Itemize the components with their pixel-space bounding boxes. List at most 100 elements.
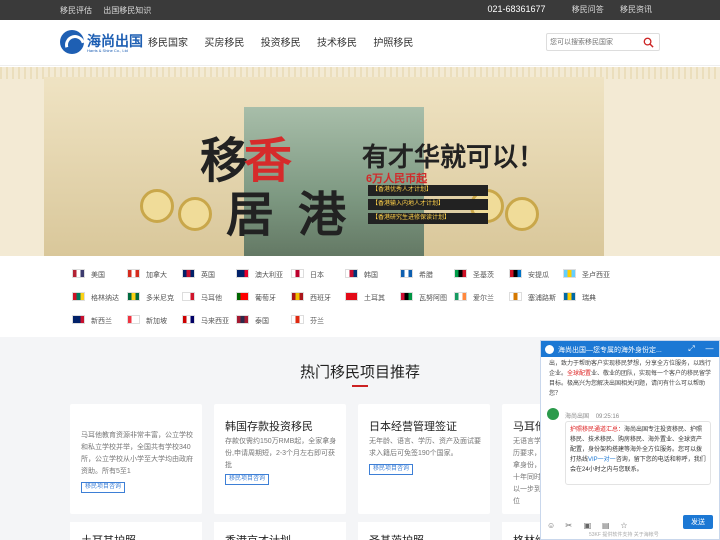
banner-plan: 【香港输入内地人才计划】 bbox=[368, 199, 488, 210]
nav-item-property[interactable]: 买房移民 bbox=[204, 34, 244, 49]
consult-button[interactable]: 移民项目咨询 bbox=[369, 464, 414, 475]
flag-icon bbox=[72, 292, 85, 301]
project-card-desc: 无语言学历要求，拿身份，十年同时以一步到位 bbox=[513, 438, 541, 505]
banner-cloud-ornament bbox=[178, 197, 212, 231]
flag-icon bbox=[182, 269, 195, 278]
logo-subtitle: Harris & Shine Co., Ltd bbox=[87, 48, 128, 53]
country-name: 瓦努阿图 bbox=[419, 295, 447, 302]
country-name: 圣基茨 bbox=[473, 272, 494, 279]
msg-highlight: VIP一对一 bbox=[588, 457, 616, 463]
flag-icon bbox=[345, 269, 358, 278]
country-name: 美国 bbox=[91, 272, 105, 279]
top-link-assessment[interactable]: 移民评估 bbox=[60, 6, 92, 15]
logo-icon bbox=[60, 30, 84, 54]
flag-icon bbox=[400, 269, 413, 278]
project-card-desc: 无年龄、语言、学历、资产及面试要求入籍后可免签190个国家。 bbox=[369, 438, 481, 457]
star-icon[interactable]: ☆ bbox=[620, 521, 629, 530]
country-name: 加拿大 bbox=[146, 272, 167, 279]
search-input[interactable] bbox=[550, 36, 636, 48]
scissors-icon[interactable]: ✂ bbox=[565, 521, 574, 530]
country-name: 韩国 bbox=[364, 272, 378, 279]
chat-title-bar[interactable]: 海尚出国—您专属的海外身份定... ⤢ — bbox=[541, 341, 719, 357]
banner-cloud-ornament bbox=[140, 189, 174, 223]
country-link[interactable]: 瑞典 bbox=[563, 290, 643, 304]
flag-icon bbox=[454, 292, 467, 301]
country-name: 英国 bbox=[201, 272, 215, 279]
banner-plan: 【香港研究生进修保读计划】 bbox=[368, 213, 488, 224]
country-name: 格林纳达 bbox=[91, 295, 119, 302]
project-card[interactable]: 日本经营管理签证 无年龄、语言、学历、资产及面试要求入籍后可免签190个国家。 … bbox=[358, 404, 490, 514]
chat-footer: 53KF 提供软件支持 关于海帐号 bbox=[589, 532, 659, 538]
chat-logo-icon bbox=[545, 345, 554, 354]
emoji-icon[interactable]: ☺ bbox=[547, 521, 556, 530]
flag-icon bbox=[563, 292, 576, 301]
flag-icon bbox=[182, 292, 195, 301]
country-name: 泰国 bbox=[255, 318, 269, 325]
country-name: 芬兰 bbox=[310, 318, 324, 325]
banner-headline: 居港 bbox=[226, 175, 346, 245]
flag-icon bbox=[291, 269, 304, 278]
top-links: 移民评估 出国移民知识 bbox=[60, 5, 160, 16]
country-name: 塞浦路斯 bbox=[528, 295, 556, 302]
expand-icon[interactable]: ⤢ bbox=[687, 344, 696, 353]
country-name: 爱尔兰 bbox=[473, 295, 494, 302]
flag-icon bbox=[127, 292, 140, 301]
title-underline bbox=[352, 385, 368, 387]
flag-icon bbox=[291, 292, 304, 301]
nav-item-investment[interactable]: 投资移民 bbox=[261, 34, 301, 49]
country-name: 马来西亚 bbox=[201, 318, 229, 325]
consult-button[interactable]: 移民项目咨询 bbox=[81, 482, 126, 493]
top-right: 021-68361677 移民问答 移民资讯 bbox=[487, 4, 652, 15]
flag-icon bbox=[291, 315, 304, 324]
country-name: 日本 bbox=[310, 272, 324, 279]
project-card[interactable]: 圣基茨护照 bbox=[358, 522, 490, 540]
hotline-phone: 021-68361677 bbox=[487, 4, 546, 14]
banner-plan: 【香港优秀人才计划】 bbox=[368, 185, 488, 196]
project-card-title: 圣基茨护照 bbox=[369, 532, 424, 540]
chat-message-bubble: 护照移民通道汇总：海尚出国专注投资移民、护照移民、技术移民、购房移民、海外置业、… bbox=[565, 421, 711, 485]
top-link-qa[interactable]: 移民问答 bbox=[572, 5, 604, 14]
hero-banner[interactable]: 移香 居港 有才华就可以！ 6万人民币起 【香港优秀人才计划】 【香港输入内地人… bbox=[0, 67, 720, 256]
country-name: 多米尼克 bbox=[146, 295, 174, 302]
top-link-news[interactable]: 移民资讯 bbox=[620, 5, 652, 14]
flag-icon bbox=[127, 269, 140, 278]
country-name: 新加坡 bbox=[146, 318, 167, 325]
consult-button[interactable]: 移民项目咨询 bbox=[225, 474, 270, 485]
nav-item-countries[interactable]: 移民国家 bbox=[148, 34, 188, 49]
country-name: 澳大利亚 bbox=[255, 272, 283, 279]
project-card[interactable]: 马耳他教育资源非常丰富，公立学校和私立学校并举，全国共有学校340所，公立学校从… bbox=[70, 404, 202, 514]
country-link[interactable]: 芬兰 bbox=[291, 313, 371, 327]
send-button[interactable]: 发送 bbox=[683, 515, 713, 529]
search-icon[interactable] bbox=[643, 37, 654, 48]
flag-icon bbox=[127, 315, 140, 324]
country-name: 瑞典 bbox=[582, 295, 596, 302]
flag-icon bbox=[236, 292, 249, 301]
image-icon[interactable]: ▣ bbox=[584, 521, 593, 530]
flag-icon bbox=[72, 315, 85, 324]
flag-icon bbox=[509, 269, 522, 278]
country-grid: 美国 加拿大 英国 澳大利亚 日本 韩国 希腊 圣基茨 安提瓜 圣卢西亚 格林纳达 多米尼克 马耳他 葡萄… bbox=[0, 262, 720, 332]
chat-toolbar: ☺ ✂ ▣ ▤ ☆ bbox=[547, 517, 635, 531]
project-card[interactable]: 土耳其护照 bbox=[70, 522, 202, 540]
banner-cloud-ornament bbox=[505, 197, 539, 231]
country-name: 西班牙 bbox=[310, 295, 331, 302]
chat-title: 海尚出国—您专属的海外身份定... bbox=[558, 347, 662, 354]
project-card-desc: 马耳他教育资源非常丰富，公立学校和私立学校并举，全国共有学校340所，公立学校从… bbox=[81, 432, 193, 475]
project-card-title: 韩国存款投资移民 bbox=[225, 421, 313, 433]
country-link[interactable]: 圣卢西亚 bbox=[563, 267, 643, 281]
chat-intro-text: 出，致力于帮助客户实现移民梦想，分享全方位服务，以践行企业。全球配置业、敬业的团… bbox=[549, 359, 715, 399]
nav-item-passport[interactable]: 护照移民 bbox=[373, 34, 413, 49]
nav-item-skilled[interactable]: 技术移民 bbox=[317, 34, 357, 49]
project-card-desc: 存款仅需约150万RMB起，全家拿身份,申请周期短，2-3个月左右即可获批 bbox=[225, 438, 337, 469]
flag-icon bbox=[236, 269, 249, 278]
search-box bbox=[546, 33, 660, 51]
chat-widget: 海尚出国—您专属的海外身份定... ⤢ — 出，致力于帮助客户实现移民梦想，分享… bbox=[540, 340, 720, 540]
country-name: 葡萄牙 bbox=[255, 295, 276, 302]
top-link-knowledge[interactable]: 出国移民知识 bbox=[103, 6, 151, 15]
logo[interactable]: 海尚出国 Harris & Shine Co., Ltd bbox=[60, 30, 143, 58]
project-card[interactable]: 韩国存款投资移民 存款仅需约150万RMB起，全家拿身份,申请周期短，2-3个月… bbox=[214, 404, 346, 514]
minimize-icon[interactable]: — bbox=[705, 344, 714, 353]
file-icon[interactable]: ▤ bbox=[602, 521, 611, 530]
country-name: 土耳其 bbox=[364, 295, 385, 302]
project-card[interactable]: 香港京才计划 bbox=[214, 522, 346, 540]
